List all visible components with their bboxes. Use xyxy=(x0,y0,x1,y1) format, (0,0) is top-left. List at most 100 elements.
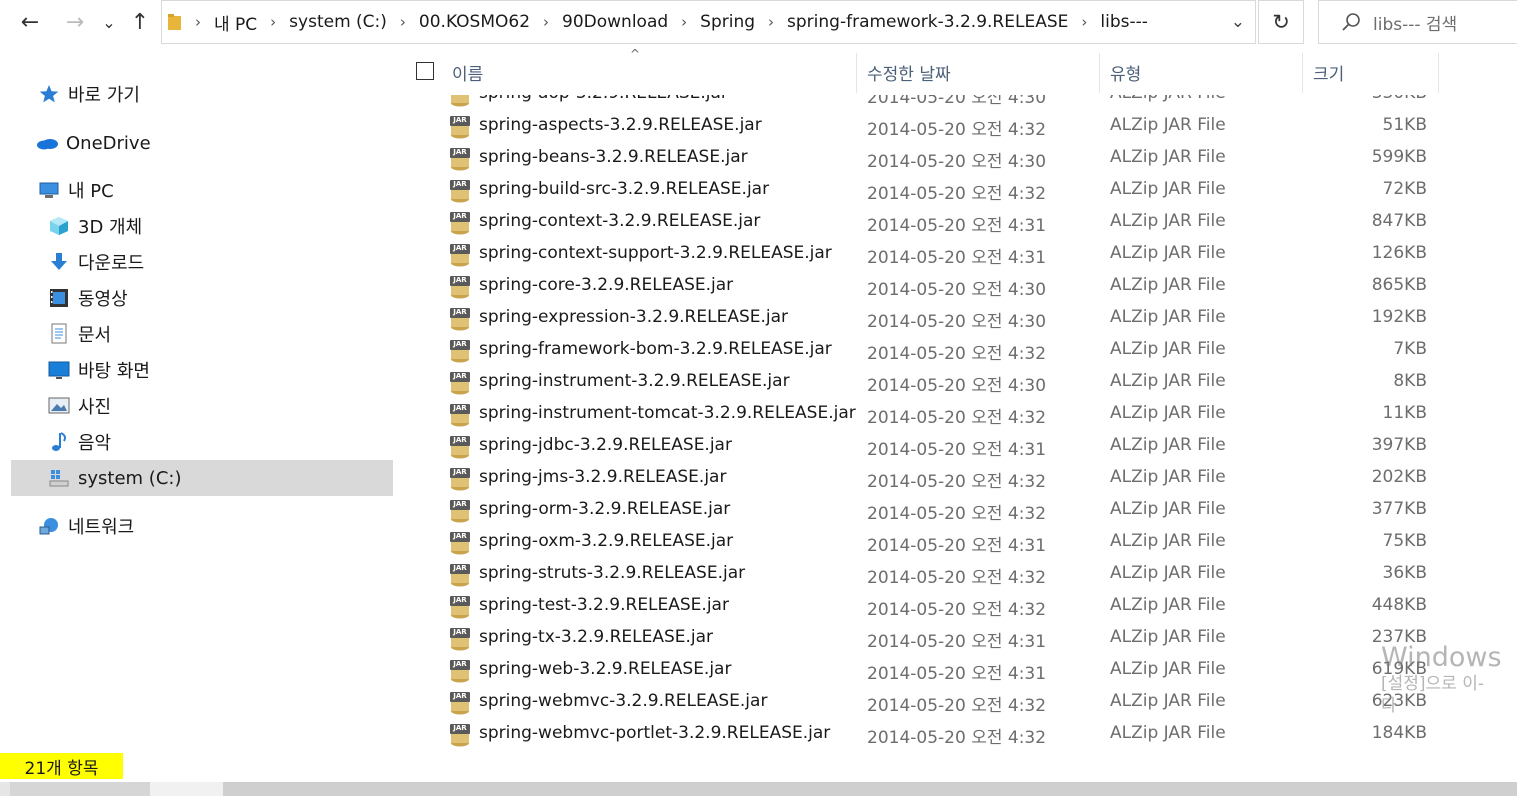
file-row[interactable]: JAR spring-jms-3.2.9.RELEASE.jar 2014-05-2… xyxy=(396,461,1517,493)
breadcrumb-item[interactable]: Spring xyxy=(700,12,755,32)
file-type: ALZip JAR File xyxy=(1110,243,1226,263)
music-icon xyxy=(48,431,70,453)
jar-icon-label: JAR xyxy=(453,564,467,572)
video-icon xyxy=(48,287,70,309)
forward-button[interactable]: → xyxy=(60,8,90,36)
column-divider[interactable] xyxy=(856,53,857,93)
file-row[interactable]: JAR spring-core-3.2.9.RELEASE.jar 2014-05-… xyxy=(396,269,1517,301)
column-divider[interactable] xyxy=(1099,53,1100,93)
breadcrumb-item[interactable]: 내 PC xyxy=(214,10,257,35)
file-row[interactable]: JAR spring-jdbc-3.2.9.RELEASE.jar 2014-05-… xyxy=(396,429,1517,461)
breadcrumb-separator[interactable]: › xyxy=(768,13,774,31)
file-row[interactable]: JAR spring-webmvc-portlet-3.2.9.RELEASE.j… xyxy=(396,717,1517,749)
file-name: spring-struts-3.2.9.RELEASE.jar xyxy=(479,563,746,583)
jar-icon-label: JAR xyxy=(453,212,467,220)
jar-file-icon: JAR xyxy=(449,467,471,491)
sidebar-item-label: 바로 가기 xyxy=(68,85,140,106)
jar-file-icon: JAR xyxy=(449,563,471,587)
sidebar-item-video[interactable]: 동영상 xyxy=(48,280,128,316)
file-size: 72KB xyxy=(1382,179,1427,199)
file-type: ALZip JAR File xyxy=(1110,211,1226,231)
breadcrumb-separator[interactable]: › xyxy=(400,13,406,31)
sidebar-item-this-pc[interactable]: 내 PC xyxy=(38,172,114,208)
sidebar-item-picture[interactable]: 사진 xyxy=(48,388,111,424)
select-all-checkbox[interactable] xyxy=(416,62,434,80)
file-size: 397KB xyxy=(1371,435,1427,455)
jar-file-icon: JAR xyxy=(449,499,471,523)
jar-file-icon: JAR xyxy=(449,531,471,555)
picture-icon xyxy=(48,395,70,417)
file-row[interactable]: JAR spring-webmvc-3.2.9.RELEASE.jar 2014-0… xyxy=(396,685,1517,717)
column-name[interactable]: 이름 xyxy=(452,60,483,85)
breadcrumb-separator[interactable]: › xyxy=(543,13,549,31)
jar-file-icon: JAR xyxy=(449,723,471,747)
sidebar-item-onedrive[interactable]: OneDrive xyxy=(36,125,151,161)
file-date: 2014-05-20 오전 4:32 xyxy=(867,568,1047,588)
file-name: spring-framework-bom-3.2.9.RELEASE.jar xyxy=(479,339,832,359)
sidebar-item-cube[interactable]: 3D 개체 xyxy=(48,208,142,244)
file-name: spring-build-src-3.2.9.RELEASE.jar xyxy=(479,179,770,199)
file-row[interactable]: JAR spring-orm-3.2.9.RELEASE.jar 2014-05-2… xyxy=(396,493,1517,525)
jar-icon-label: JAR xyxy=(453,308,467,316)
column-divider[interactable] xyxy=(1438,53,1439,93)
sidebar-item-music[interactable]: 음악 xyxy=(48,424,111,460)
sidebar-item-download[interactable]: 다운로드 xyxy=(48,244,144,280)
breadcrumb-item[interactable]: spring-framework-3.2.9.RELEASE xyxy=(787,12,1068,32)
column-type[interactable]: 유형 xyxy=(1110,60,1141,85)
sidebar-item-label: 3D 개체 xyxy=(78,217,143,238)
status-bar: 21개 항목 xyxy=(0,750,1517,796)
file-type: ALZip JAR File xyxy=(1110,435,1226,455)
breadcrumb-separator: › xyxy=(195,13,201,31)
recent-locations-button[interactable]: ⌄ xyxy=(99,8,119,36)
scrollbar-thumb[interactable] xyxy=(223,782,1517,796)
search-input[interactable]: libs--- 검색 xyxy=(1318,0,1517,44)
address-bar[interactable]: › 내 PC › system (C:) › 00.KOSMO62 › 90Download… xyxy=(161,0,1256,44)
up-button[interactable]: ↑ xyxy=(126,8,154,36)
back-button[interactable]: ← xyxy=(14,8,46,36)
file-date: 2014-05-20 오전 4:30 xyxy=(867,376,1047,396)
file-row[interactable]: JAR spring-test-3.2.9.RELEASE.jar 2014-05-… xyxy=(396,589,1517,621)
jar-file-icon: JAR xyxy=(449,403,471,427)
file-type: ALZip JAR File xyxy=(1110,179,1226,199)
jar-file-icon: JAR xyxy=(449,339,471,363)
breadcrumb-separator[interactable]: › xyxy=(1081,13,1087,31)
file-row[interactable]: JAR spring-tx-3.2.9.RELEASE.jar 2014-05-20… xyxy=(396,621,1517,653)
cloud-icon xyxy=(36,132,60,154)
file-row[interactable]: JAR spring-expression-3.2.9.RELEASE.jar 20… xyxy=(396,301,1517,333)
sidebar-item-network[interactable]: 네트워크 xyxy=(38,508,134,544)
breadcrumb-item[interactable]: 00.KOSMO62 xyxy=(419,12,530,32)
chevron-down-icon[interactable]: ⌄ xyxy=(1231,12,1245,32)
file-row[interactable]: JAR spring-context-3.2.9.RELEASE.jar 2014-… xyxy=(396,205,1517,237)
sidebar-item-label: 내 PC xyxy=(68,181,114,202)
file-row[interactable]: JAR spring-build-src-3.2.9.RELEASE.jar 201… xyxy=(396,173,1517,205)
file-row[interactable]: JAR spring-context-support-3.2.9.RELEASE.… xyxy=(396,237,1517,269)
sidebar-item-desktop[interactable]: 바탕 화면 xyxy=(48,352,150,388)
file-size: 11KB xyxy=(1382,403,1427,423)
column-divider[interactable] xyxy=(1302,53,1303,93)
jar-icon-label: JAR xyxy=(453,404,467,412)
file-row[interactable]: JAR spring-framework-bom-3.2.9.RELEASE.ja… xyxy=(396,333,1517,365)
jar-icon-label: JAR xyxy=(453,660,467,668)
breadcrumb-item[interactable]: libs--- xyxy=(1100,12,1148,32)
file-row[interactable]: JAR spring-beans-3.2.9.RELEASE.jar 2014-05… xyxy=(396,141,1517,173)
column-modified[interactable]: 수정한 날짜 xyxy=(867,60,951,85)
file-type: ALZip JAR File xyxy=(1110,307,1226,327)
breadcrumb-separator[interactable]: › xyxy=(681,13,687,31)
file-row[interactable]: JAR spring-aspects-3.2.9.RELEASE.jar 2014-… xyxy=(396,109,1517,141)
file-row[interactable]: JAR spring-struts-3.2.9.RELEASE.jar 2014-0… xyxy=(396,557,1517,589)
file-row[interactable]: JAR spring-instrument-tomcat-3.2.9.RELEAS… xyxy=(396,397,1517,429)
file-row[interactable]: JAR spring-oxm-3.2.9.RELEASE.jar 2014-05-2… xyxy=(396,525,1517,557)
sidebar-item-drive[interactable]: system (C:) xyxy=(11,460,393,496)
file-row[interactable]: JAR spring-web-3.2.9.RELEASE.jar 2014-05-2… xyxy=(396,653,1517,685)
breadcrumb-item[interactable]: system (C:) xyxy=(289,12,387,32)
sidebar-item-quick-access[interactable]: 바로 가기 xyxy=(38,76,140,112)
breadcrumb-separator[interactable]: › xyxy=(270,13,276,31)
breadcrumb-item[interactable]: 90Download xyxy=(562,12,668,32)
file-date: 2014-05-20 오전 4:32 xyxy=(867,120,1047,140)
horizontal-scrollbar[interactable] xyxy=(0,782,1517,796)
column-size[interactable]: 크기 xyxy=(1313,60,1344,85)
sidebar-item-document[interactable]: 문서 xyxy=(48,316,111,352)
file-type: ALZip JAR File xyxy=(1110,403,1226,423)
file-row[interactable]: JAR spring-instrument-3.2.9.RELEASE.jar 20… xyxy=(396,365,1517,397)
refresh-button[interactable]: ↻ xyxy=(1258,0,1304,44)
